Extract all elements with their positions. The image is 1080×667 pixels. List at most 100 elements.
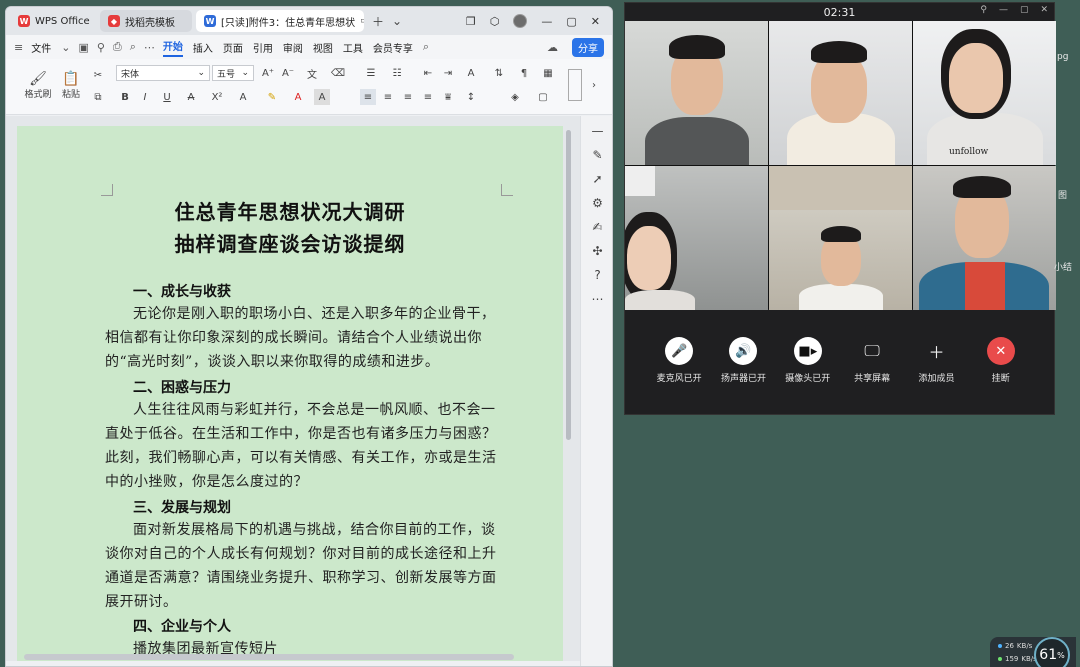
italic-icon[interactable]: I: [138, 89, 152, 105]
desktop-icon-label[interactable]: pg: [1057, 52, 1068, 62]
hamburger-icon[interactable]: ≡: [14, 41, 23, 54]
border-icon[interactable]: ▢: [534, 89, 552, 105]
table-insert-icon[interactable]: ▦: [540, 65, 556, 81]
help-icon[interactable]: ?: [594, 268, 600, 282]
strikethrough-icon[interactable]: A: [182, 89, 200, 105]
maximize-icon[interactable]: ▢: [566, 15, 576, 28]
font-size-select[interactable]: 五号 ⌄: [212, 65, 254, 81]
font-color-icon[interactable]: A: [288, 89, 308, 105]
clear-format-icon[interactable]: ⌫: [330, 65, 346, 81]
screen-share-button[interactable]: 🖵 共享屏幕: [843, 337, 901, 384]
font-name-select[interactable]: 宋体 ⌄: [116, 65, 210, 81]
pen-icon[interactable]: ✎: [592, 148, 602, 162]
chevron-down-icon[interactable]: ⌄: [392, 14, 402, 28]
sort-icon[interactable]: ⇅: [490, 65, 508, 81]
network-monitor-widget[interactable]: 26 KB/s 159 KB/s 61%: [990, 637, 1076, 667]
text-effect-icon[interactable]: A: [234, 89, 252, 105]
paste-button[interactable]: 📋 粘贴: [56, 65, 86, 105]
show-marks-icon[interactable]: ¶: [516, 65, 532, 81]
maximize-icon[interactable]: ▢: [1020, 5, 1029, 15]
shading-icon[interactable]: ◈: [506, 89, 524, 105]
menu-insert[interactable]: 插入: [193, 40, 213, 55]
cube-icon[interactable]: ⬡: [490, 15, 500, 28]
phonetic-icon[interactable]: 文: [302, 65, 322, 81]
participant-video-1[interactable]: [625, 21, 768, 165]
bold-icon[interactable]: B: [118, 89, 132, 105]
font-grow-icon[interactable]: A⁺: [260, 65, 276, 81]
justify-icon[interactable]: ≡: [420, 89, 436, 105]
highlight-icon[interactable]: ✎: [262, 89, 282, 105]
add-member-button[interactable]: ＋ 添加成员: [907, 337, 965, 384]
menu-tools[interactable]: 工具: [343, 40, 363, 55]
more-icon[interactable]: ⋯: [592, 292, 604, 306]
font-shrink-icon[interactable]: A⁻: [280, 65, 296, 81]
tools-icon[interactable]: ✣: [592, 244, 602, 258]
numbered-list-icon[interactable]: ☷: [388, 65, 406, 81]
hangup-button[interactable]: ✕ 挂断: [972, 337, 1030, 384]
participant-video-3[interactable]: unfollow: [913, 21, 1056, 165]
menu-home[interactable]: 开始: [162, 38, 183, 57]
collapse-icon[interactable]: —: [592, 124, 604, 138]
print-icon[interactable]: ⎙: [113, 40, 122, 54]
select-arrow-icon[interactable]: ➚: [592, 172, 602, 186]
underline-icon[interactable]: U: [158, 89, 176, 105]
format-painter-button[interactable]: 🖌 格式刷: [22, 65, 54, 105]
camera-button[interactable]: ■▸ 摄像头已开: [779, 337, 837, 384]
styles-gallery[interactable]: [568, 69, 582, 101]
print-preview-icon[interactable]: ⌕: [130, 40, 136, 54]
chinese-layout-icon[interactable]: A: [462, 65, 480, 81]
share-button[interactable]: 分享: [572, 37, 604, 57]
desktop-icon-label[interactable]: 小结: [1054, 260, 1072, 273]
pin-icon[interactable]: ⚲: [980, 5, 987, 15]
chevron-right-icon[interactable]: ›: [586, 69, 602, 101]
menu-references[interactable]: 引用: [253, 40, 273, 55]
menu-page[interactable]: 页面: [223, 40, 243, 55]
avatar[interactable]: [513, 14, 528, 28]
menu-file[interactable]: 文件: [31, 40, 51, 55]
pin-icon[interactable]: ⚲: [97, 41, 105, 54]
minimize-icon[interactable]: —: [999, 5, 1008, 15]
edit-doc-icon[interactable]: ✍: [592, 220, 602, 234]
menu-review[interactable]: 审阅: [283, 40, 303, 55]
menu-member[interactable]: 会员专享: [373, 40, 413, 55]
restore-tabs-icon[interactable]: ❐: [466, 15, 476, 28]
cloud-icon[interactable]: ☁: [547, 41, 558, 54]
speaker-button[interactable]: 🔊 扬声器已开: [714, 337, 772, 384]
cut-icon[interactable]: ✂: [90, 67, 106, 83]
participant-video-6[interactable]: [913, 166, 1056, 310]
horizontal-scrollbar[interactable]: [24, 654, 514, 660]
superscript-icon[interactable]: X²: [208, 89, 226, 105]
align-left-icon[interactable]: ≡: [360, 89, 376, 105]
participant-video-2[interactable]: [769, 21, 912, 165]
desktop-icon-label[interactable]: 图: [1058, 188, 1067, 201]
more-icon[interactable]: ⋯: [144, 41, 155, 54]
tab-wps-office[interactable]: W WPS Office: [10, 10, 96, 32]
tab-document[interactable]: W [只读]附件3：住总青年思想状 ▭ ●: [196, 10, 364, 32]
decrease-indent-icon[interactable]: ⇤: [420, 65, 436, 81]
save-icon[interactable]: ▣: [78, 41, 88, 54]
chevron-down-icon[interactable]: ⌄: [61, 41, 70, 54]
copy-icon[interactable]: ⧉: [90, 89, 106, 105]
close-icon[interactable]: ✕: [591, 15, 600, 28]
increase-indent-icon[interactable]: ⇥: [440, 65, 456, 81]
bullet-list-icon[interactable]: ☰: [362, 65, 380, 81]
new-tab-plus-icon[interactable]: ＋: [372, 13, 384, 30]
search-icon[interactable]: ⌕: [423, 40, 429, 54]
close-icon[interactable]: ✕: [1040, 5, 1048, 15]
participant-video-5[interactable]: [769, 166, 912, 310]
upload-dot-icon: [998, 644, 1002, 648]
scroll-thumb[interactable]: [566, 130, 571, 440]
vertical-scrollbar[interactable]: [565, 125, 572, 645]
participant-video-4[interactable]: [625, 166, 768, 310]
menu-view[interactable]: 视图: [313, 40, 333, 55]
char-shading-icon[interactable]: A: [314, 89, 330, 105]
align-center-icon[interactable]: ≡: [380, 89, 396, 105]
distribute-icon[interactable]: ⩸: [440, 89, 456, 105]
align-right-icon[interactable]: ≡: [400, 89, 416, 105]
adjust-icon[interactable]: ⚙: [592, 196, 603, 210]
microphone-button[interactable]: 🎤 麦克风已开: [650, 337, 708, 384]
minimize-icon[interactable]: —: [541, 15, 552, 28]
microphone-label: 麦克风已开: [656, 374, 702, 384]
tab-docer-templates[interactable]: ◆ 找稻壳模板: [100, 10, 192, 32]
line-spacing-icon[interactable]: ↕: [462, 89, 480, 105]
